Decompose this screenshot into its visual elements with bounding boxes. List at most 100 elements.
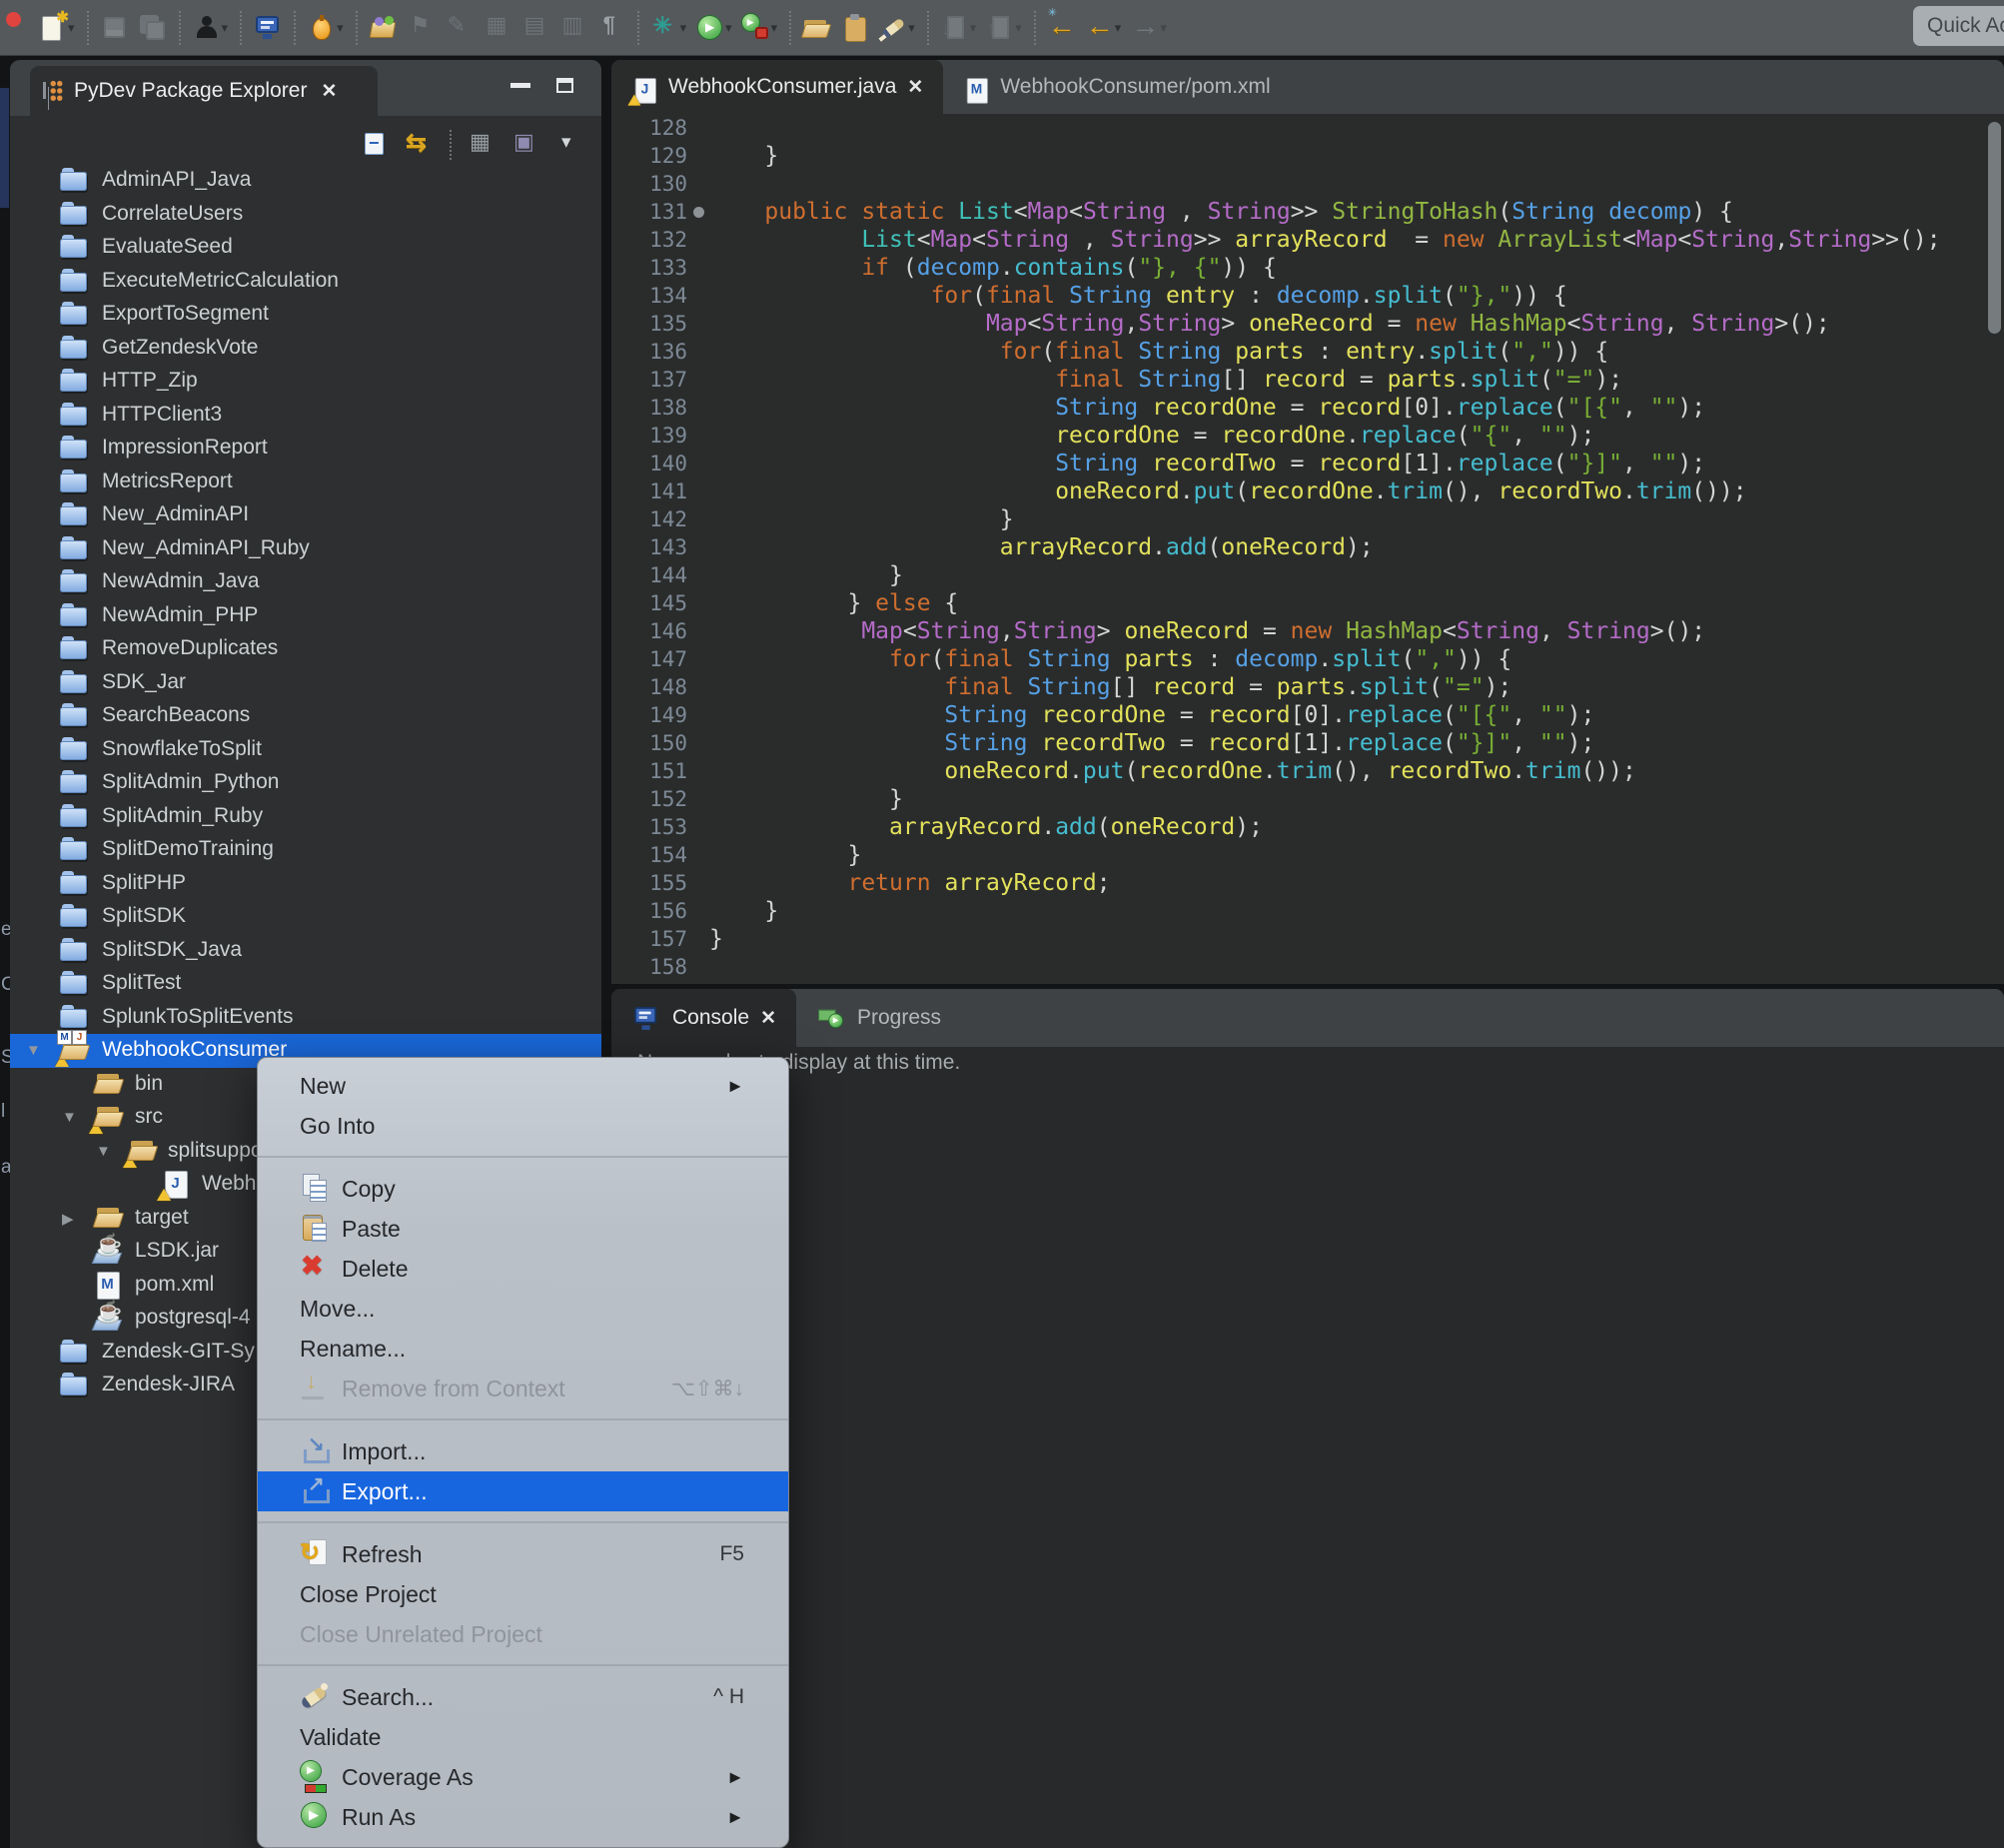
line-number[interactable]: 154: [611, 841, 687, 869]
line-number[interactable]: 157: [611, 925, 687, 953]
line-number[interactable]: 149: [611, 701, 687, 729]
toolbar-new-wizard-button[interactable]: ▾: [34, 6, 80, 50]
line-number[interactable]: 150: [611, 729, 687, 757]
link-with-editor-icon[interactable]: [406, 131, 434, 159]
toolbar-save-button[interactable]: [96, 6, 134, 50]
collapse-arrow-icon[interactable]: ▼: [26, 1042, 41, 1059]
menu-item-close-project[interactable]: Close Project: [258, 1574, 788, 1614]
toolbar-mark-occurrences-button[interactable]: ▾: [874, 6, 920, 50]
line-number[interactable]: 131: [611, 198, 687, 226]
line-number[interactable]: 135: [611, 310, 687, 338]
tree-item-httpclient3[interactable]: HTTPClient3: [10, 399, 601, 433]
quick-access-box[interactable]: Quick Access: [1913, 6, 2004, 46]
view-menu-icon[interactable]: [555, 131, 583, 159]
line-number[interactable]: 137: [611, 366, 687, 394]
code-editor[interactable]: 128129 }130131 public static List<Map<St…: [611, 114, 2004, 984]
focus-working-set-icon[interactable]: [511, 131, 539, 159]
menu-item-import[interactable]: Import...: [258, 1431, 788, 1471]
toolbar-show-whitespace-button[interactable]: [592, 6, 630, 50]
toolbar-debug-button[interactable]: ▾: [303, 6, 349, 50]
line-number[interactable]: 140: [611, 450, 687, 477]
menu-item-new[interactable]: New►: [258, 1066, 788, 1106]
toolbar-grid-doc-tool-button[interactable]: [554, 6, 592, 50]
minimize-icon[interactable]: [510, 83, 530, 88]
toolbar-save-all-button[interactable]: [134, 6, 172, 50]
toolbar-toolbox-button[interactable]: [836, 6, 874, 50]
tree-item-impressionreport[interactable]: ImpressionReport: [10, 432, 601, 465]
menu-item-rename[interactable]: Rename...: [258, 1329, 788, 1369]
toolbar-run-button[interactable]: ▾: [691, 6, 737, 50]
toolbar-back-button[interactable]: ▾: [1081, 6, 1127, 50]
menu-item-validate[interactable]: Validate: [258, 1717, 788, 1757]
tree-item-exporttosegment[interactable]: ExportToSegment: [10, 298, 601, 332]
tree-item-adminapi-java[interactable]: AdminAPI_Java: [10, 164, 601, 198]
toolbar-last-edit-location-button[interactable]: [1043, 6, 1081, 50]
menu-item-delete[interactable]: Delete: [258, 1249, 788, 1289]
tab-pydev-package-explorer[interactable]: PyDev Package Explorer ✕: [30, 66, 378, 116]
tree-item-splitadmin-python[interactable]: SplitAdmin_Python: [10, 766, 601, 800]
toolbar-package-tool-button[interactable]: [479, 6, 516, 50]
menu-item-run-as[interactable]: Run As►: [258, 1797, 788, 1837]
menu-item-refresh[interactable]: RefreshF5: [258, 1534, 788, 1574]
tree-item-new-adminapi-ruby[interactable]: New_AdminAPI_Ruby: [10, 532, 601, 566]
toolbar-next-annotation-button[interactable]: ▾: [936, 6, 982, 50]
menu-item-go-into[interactable]: Go Into: [258, 1106, 788, 1146]
line-number[interactable]: 151: [611, 757, 687, 785]
tree-item-splitphp[interactable]: SplitPHP: [10, 867, 601, 901]
menu-item-copy[interactable]: Copy: [258, 1169, 788, 1209]
line-number[interactable]: 158: [611, 953, 687, 981]
tab-webhookconsumer-pom-xml[interactable]: MWebhookConsumer/pom.xml: [943, 60, 1290, 114]
line-number[interactable]: 144: [611, 561, 687, 589]
line-number[interactable]: 132: [611, 226, 687, 254]
menu-item-move[interactable]: Move...: [258, 1289, 788, 1329]
tree-item-executemetriccalculation[interactable]: ExecuteMetricCalculation: [10, 265, 601, 299]
line-number[interactable]: 133: [611, 254, 687, 282]
collapse-arrow-icon[interactable]: ▼: [62, 1109, 77, 1126]
close-icon[interactable]: ✕: [760, 1007, 776, 1030]
menu-item-paste[interactable]: Paste: [258, 1209, 788, 1249]
line-number[interactable]: 145: [611, 589, 687, 617]
toolbar-copy-doc-tool-button[interactable]: [516, 6, 554, 50]
line-number[interactable]: 142: [611, 505, 687, 533]
line-number[interactable]: 129: [611, 142, 687, 170]
line-number[interactable]: 138: [611, 394, 687, 422]
tree-item-splitadmin-ruby[interactable]: SplitAdmin_Ruby: [10, 800, 601, 834]
expand-arrow-icon[interactable]: ▶: [62, 1210, 74, 1228]
tab-progress[interactable]: Progress: [796, 989, 961, 1047]
toolbar-open-folder-button[interactable]: [798, 6, 836, 50]
line-number[interactable]: 147: [611, 645, 687, 673]
tab-console[interactable]: Console✕: [611, 989, 796, 1047]
menu-item-coverage-as[interactable]: Coverage As►: [258, 1757, 788, 1797]
line-number[interactable]: 130: [611, 170, 687, 198]
tree-item-removeduplicates[interactable]: RemoveDuplicates: [10, 632, 601, 666]
toolbar-swtbot-button[interactable]: ▾: [646, 6, 692, 50]
toolbar-prev-annotation-button[interactable]: ▾: [981, 6, 1027, 50]
tree-item-splittest[interactable]: SplitTest: [10, 967, 601, 1001]
line-number[interactable]: 128: [611, 114, 687, 142]
line-number[interactable]: 155: [611, 869, 687, 897]
line-number[interactable]: 136: [611, 338, 687, 366]
tree-item-splitdemotraining[interactable]: SplitDemoTraining: [10, 833, 601, 867]
tree-item-sdk-jar[interactable]: SDK_Jar: [10, 666, 601, 700]
close-icon[interactable]: ✕: [321, 80, 337, 103]
toolbar-console-view-button[interactable]: [249, 6, 287, 50]
line-number[interactable]: 146: [611, 617, 687, 645]
tree-item-splitsdk-java[interactable]: SplitSDK_Java: [10, 934, 601, 968]
menu-item-export[interactable]: Export...: [258, 1471, 788, 1511]
toolbar-flag-tool-button[interactable]: [403, 6, 441, 50]
line-number[interactable]: 148: [611, 673, 687, 701]
line-number[interactable]: 153: [611, 813, 687, 841]
tree-item-newadmin-php[interactable]: NewAdmin_PHP: [10, 599, 601, 633]
line-number[interactable]: 139: [611, 422, 687, 450]
tree-item-correlateusers[interactable]: CorrelateUsers: [10, 198, 601, 232]
toolbar-open-resource-button[interactable]: [365, 6, 403, 50]
menu-item-search[interactable]: Search...^ H: [258, 1677, 788, 1717]
tree-item-getzendeskvote[interactable]: GetZendeskVote: [10, 332, 601, 366]
toolbar-annotate-tool-button[interactable]: [441, 6, 479, 50]
toolbar-forward-button[interactable]: ▾: [1126, 6, 1172, 50]
tree-item-newadmin-java[interactable]: NewAdmin_Java: [10, 565, 601, 599]
line-number[interactable]: 141: [611, 477, 687, 505]
line-number[interactable]: 143: [611, 533, 687, 561]
collapse-arrow-icon[interactable]: ▼: [96, 1143, 111, 1160]
tab-webhookconsumer-java[interactable]: JWebhookConsumer.java✕: [611, 60, 943, 114]
